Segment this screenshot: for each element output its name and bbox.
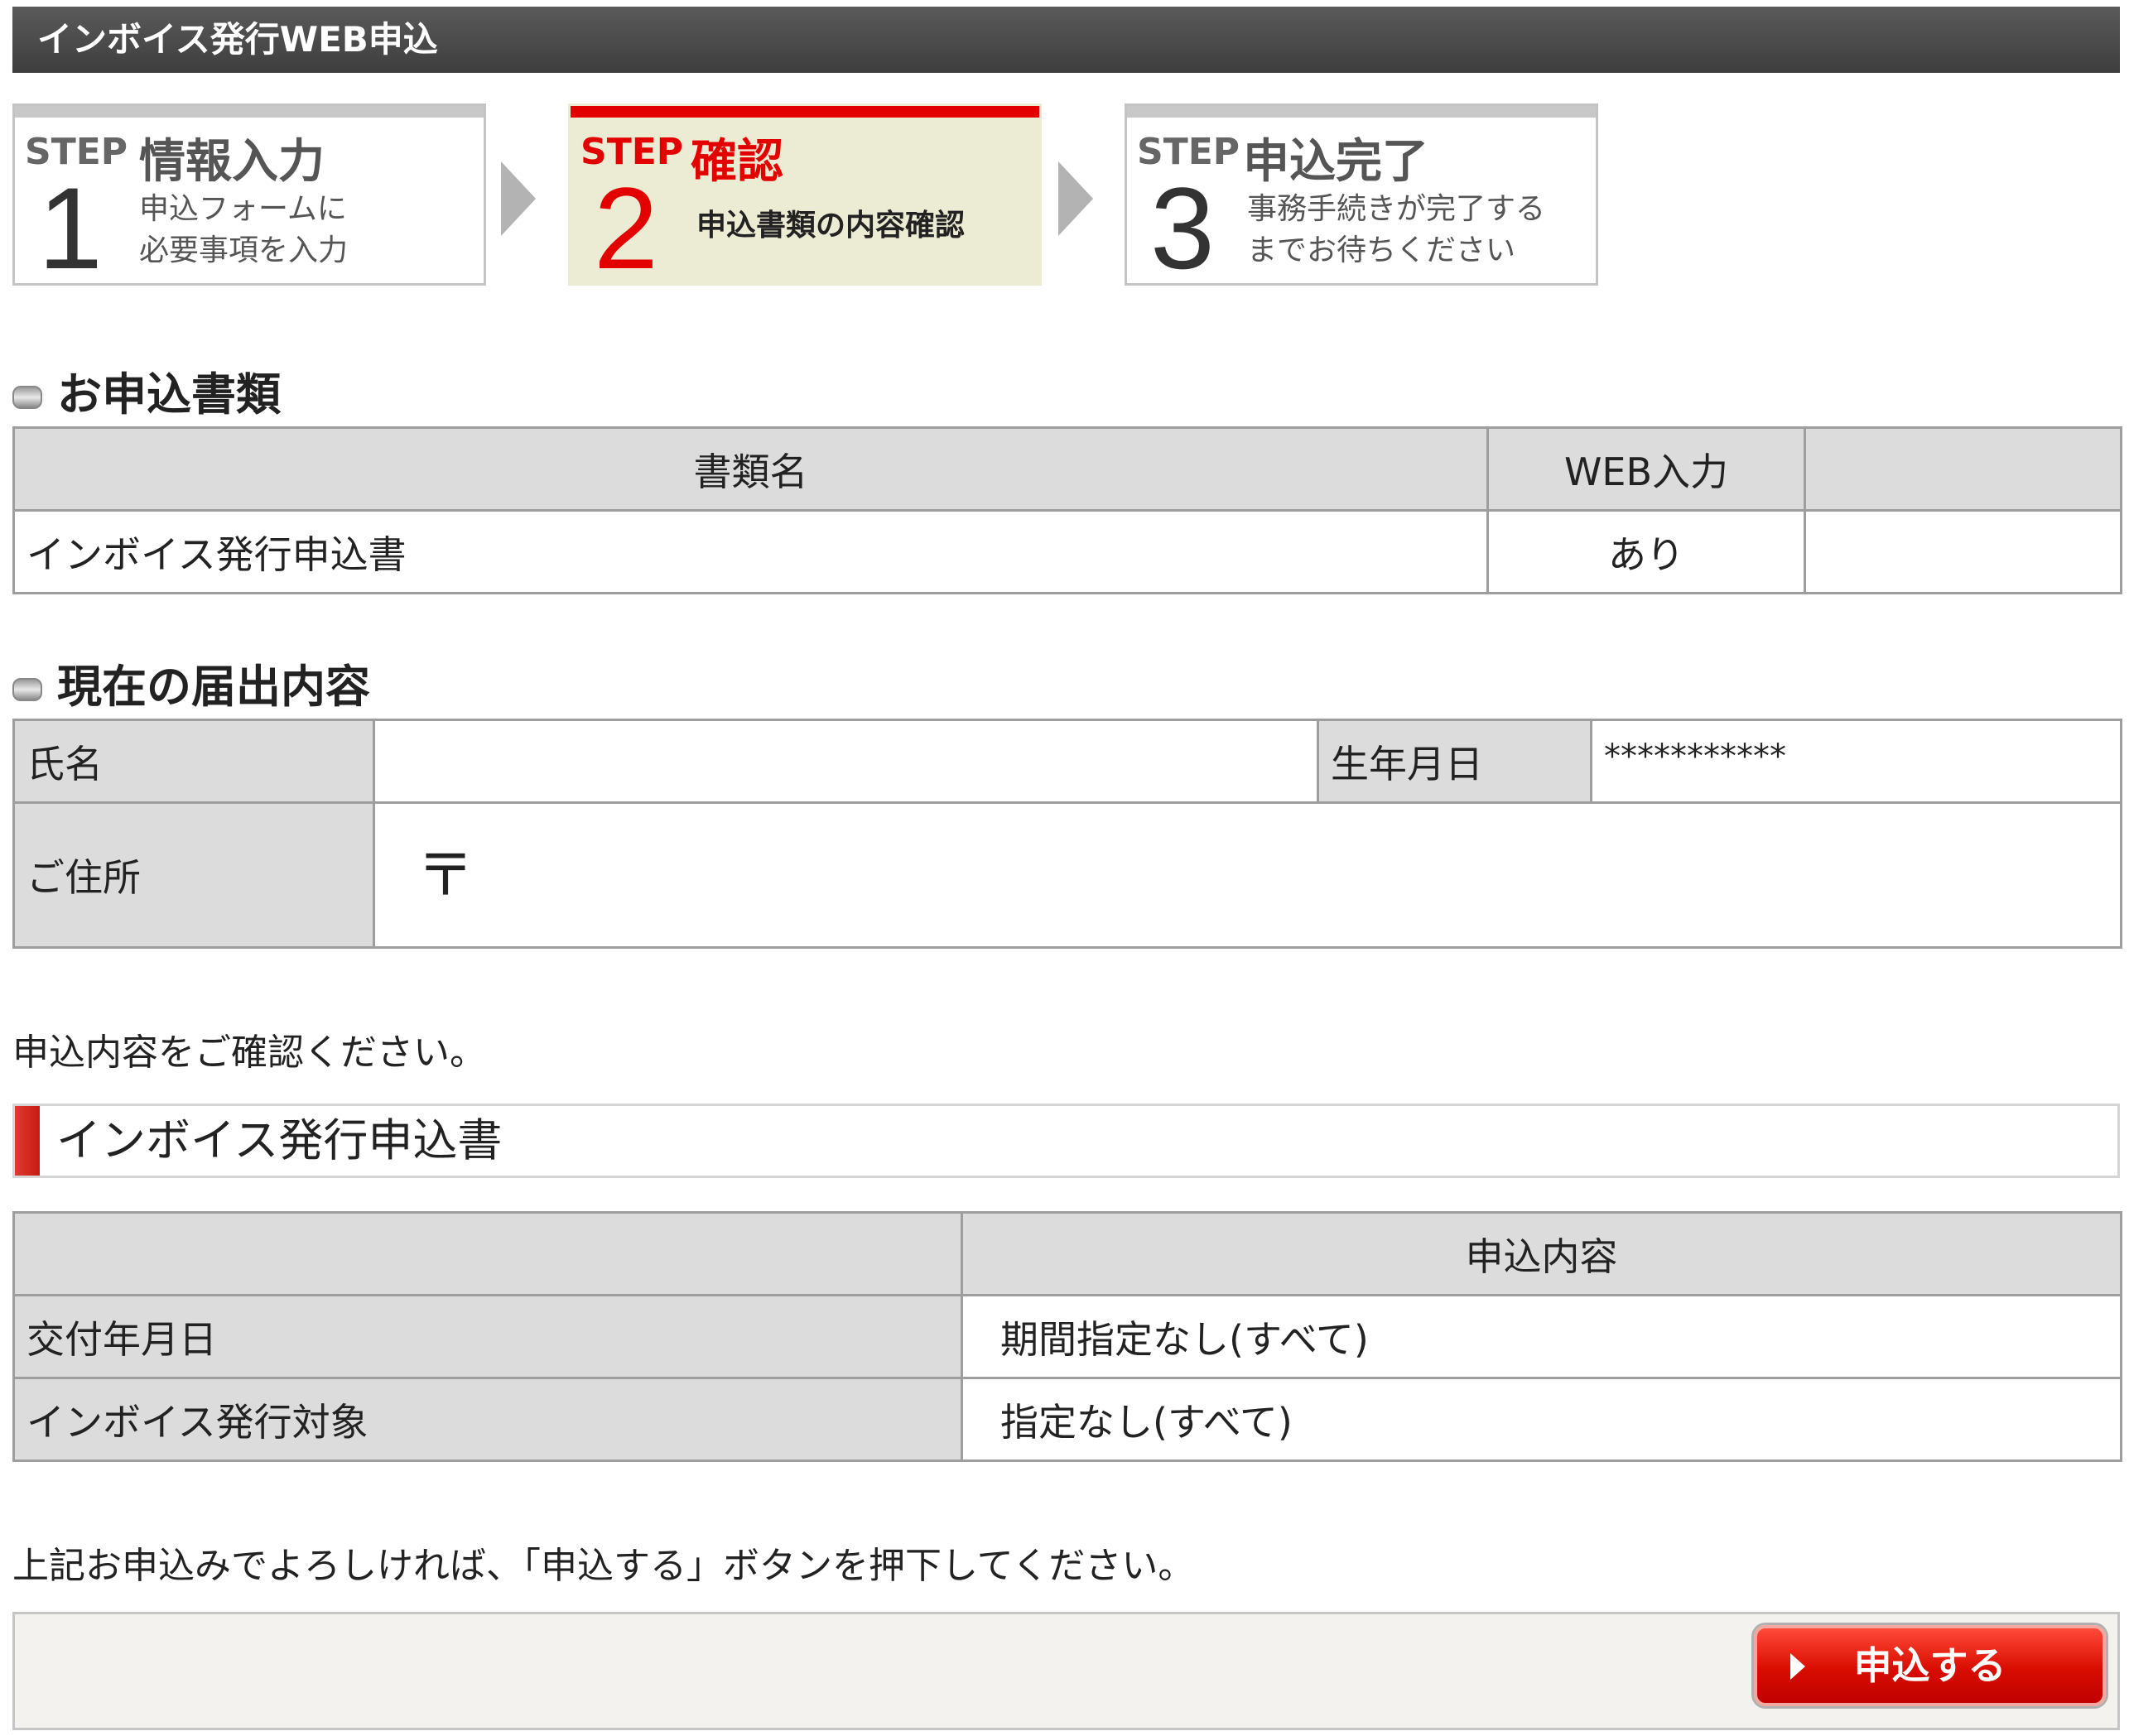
dob-value: ***********: [1590, 719, 2122, 804]
play-arrow-icon: [1790, 1653, 1805, 1680]
table-row: 交付年月日 期間指定なし(すべて): [12, 1294, 2122, 1379]
step-3-title: 申込完了: [1243, 135, 1428, 189]
current-registration-table: 氏名 生年月日 *********** ご住所 〒: [12, 719, 2122, 949]
column-header-document-name: 書類名: [12, 426, 1489, 512]
submit-note: 上記お申込みでよろしければ、「申込する」ボタンを押下してください。: [12, 1545, 1195, 1587]
form-heading: インボイス発行申込書: [12, 1104, 2120, 1178]
issue-date-label: 交付年月日: [12, 1294, 963, 1379]
step-1-title: 情報入力: [139, 135, 325, 189]
submit-button[interactable]: 申込する: [1754, 1625, 2106, 1706]
step-3-topbar: [1127, 106, 1596, 118]
current-registration-heading-text: 現在の届出内容: [57, 661, 370, 713]
table-header-row: 申込内容: [12, 1211, 2122, 1296]
column-header-web-input: WEB入力: [1486, 426, 1806, 512]
confirm-note: 申込内容をご確認ください。: [12, 1032, 486, 1074]
postal-mark: 〒: [373, 801, 2122, 949]
blank-cell: [1804, 509, 2122, 594]
step-2: STEP 確認 2 申込書類の内容確認: [568, 103, 1042, 286]
issue-date-value: 期間指定なし(すべて): [961, 1294, 2122, 1379]
invoice-target-label: インボイス発行対象: [12, 1377, 963, 1462]
step-arrow-icon: [1058, 161, 1093, 236]
step-1: STEP 情報入力 1 申込フォームに 必要事項を入力: [12, 103, 486, 286]
section-bullet-icon: [12, 678, 42, 702]
column-header-blank: [1804, 426, 2122, 512]
step-1-number: 1: [38, 163, 103, 293]
column-header-blank: [12, 1211, 963, 1296]
page-title: インボイス発行WEB申込: [12, 7, 2120, 73]
step-1-topbar: [15, 106, 484, 118]
documents-heading: お申込書類: [12, 366, 281, 424]
step-1-description: 申込フォームに 必要事項を入力: [139, 192, 349, 267]
application-content-table: 申込内容 交付年月日 期間指定なし(すべて) インボイス発行対象 指定なし(すべ…: [12, 1211, 2122, 1462]
step-2-number: 2: [594, 163, 658, 293]
form-heading-text: インボイス発行申込書: [56, 1114, 503, 1166]
step-3: STEP 申込完了 3 事務手続きが完了する までお待ちください: [1125, 103, 1598, 286]
table-header-row: 書類名 WEB入力: [12, 426, 2122, 512]
invoice-target-value: 指定なし(すべて): [961, 1377, 2122, 1462]
column-header-application-content: 申込内容: [961, 1211, 2122, 1296]
table-row: インボイス発行対象 指定なし(すべて): [12, 1377, 2122, 1462]
documents-heading-text: お申込書類: [57, 368, 281, 421]
step-2-topbar: [571, 106, 1039, 118]
table-row: インボイス発行申込書 あり: [12, 509, 2122, 594]
name-value: [373, 719, 1319, 804]
table-row: ご住所 〒: [12, 801, 2122, 949]
table-row: 氏名 生年月日 ***********: [12, 719, 2122, 804]
step-2-title: 確認: [691, 135, 783, 189]
form-heading-accent: [15, 1106, 40, 1176]
dob-label: 生年月日: [1317, 719, 1592, 804]
step-3-description: 事務手続きが完了する までお待ちください: [1247, 192, 1546, 267]
submit-button-label: 申込する: [1853, 1643, 2006, 1688]
current-registration-heading: 現在の届出内容: [12, 658, 370, 716]
web-input-cell: あり: [1486, 509, 1806, 594]
step-arrow-icon: [501, 161, 536, 236]
document-name-cell: インボイス発行申込書: [12, 509, 1489, 594]
documents-table: 書類名 WEB入力 インボイス発行申込書 あり: [12, 426, 2122, 594]
step-3-number: 3: [1150, 163, 1215, 293]
step-2-description: 申込書類の内容確認: [696, 209, 966, 243]
address-label: ご住所: [12, 801, 375, 949]
section-bullet-icon: [12, 386, 42, 410]
name-label: 氏名: [12, 719, 375, 804]
